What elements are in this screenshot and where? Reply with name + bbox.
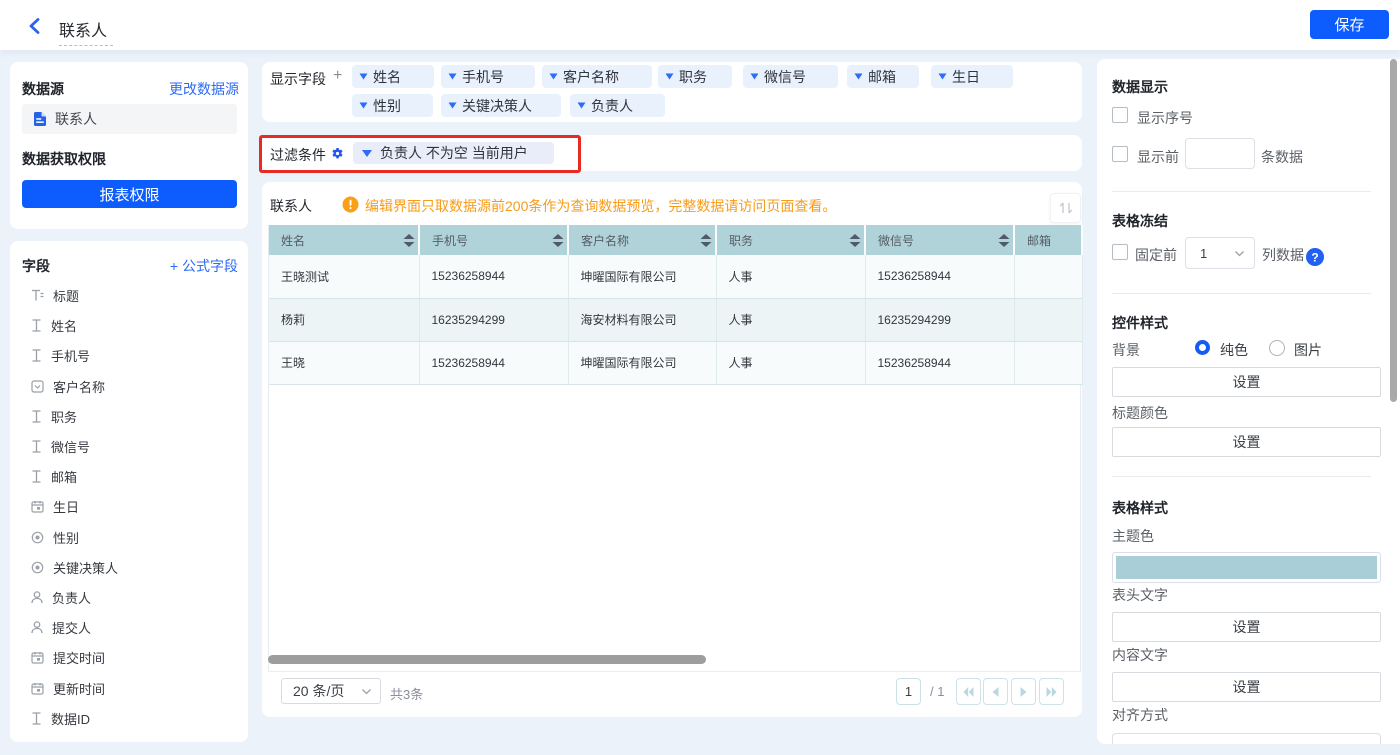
svg-text:?: ?: [1311, 251, 1318, 265]
